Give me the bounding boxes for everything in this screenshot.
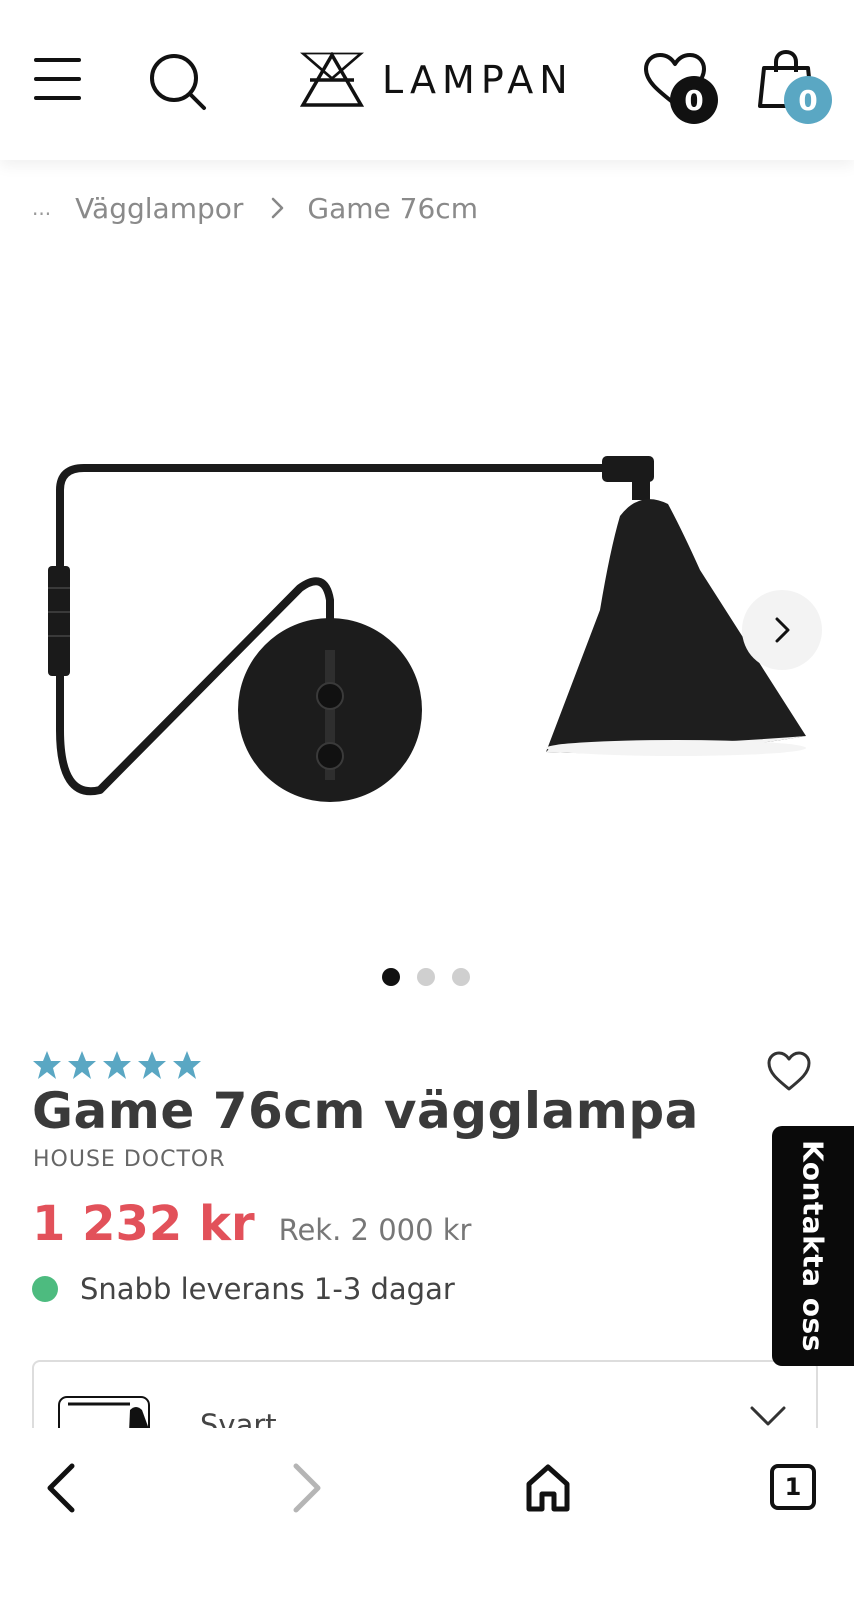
forward-arrow-icon[interactable] bbox=[284, 1460, 328, 1516]
stock-status: Snabb leverans 1-3 dagar bbox=[32, 1272, 455, 1306]
gallery-pagination bbox=[382, 968, 470, 986]
search-icon[interactable] bbox=[148, 52, 208, 112]
breadcrumb: ... Vägglampor Game 76cm bbox=[32, 188, 478, 228]
chevron-right-icon bbox=[272, 197, 284, 219]
wishlist-count-badge: 0 bbox=[670, 76, 718, 124]
logo-text: LAMPAN bbox=[382, 58, 574, 102]
product-image[interactable] bbox=[0, 420, 854, 840]
gallery-dot[interactable] bbox=[452, 968, 470, 986]
gallery-dot[interactable] bbox=[382, 968, 400, 986]
breadcrumb-ellipsis[interactable]: ... bbox=[32, 196, 51, 220]
rating-stars[interactable] bbox=[32, 1050, 202, 1080]
price-row: 1 232 kr Rek. 2 000 kr bbox=[32, 1196, 472, 1252]
product-title: Game 76cm vägglampa bbox=[32, 1082, 699, 1140]
product-price: 1 232 kr bbox=[32, 1196, 255, 1252]
star-icon bbox=[173, 1051, 201, 1079]
back-arrow-icon[interactable] bbox=[40, 1460, 84, 1516]
site-header: LAMPAN 0 0 bbox=[0, 0, 854, 160]
breadcrumb-item-vagglampor[interactable]: Vägglampor bbox=[75, 192, 243, 225]
menu-icon[interactable] bbox=[34, 58, 82, 100]
breadcrumb-item-current: Game 76cm bbox=[307, 191, 478, 225]
recommended-price: Rek. 2 000 kr bbox=[278, 1213, 472, 1247]
browser-toolbar: 1 bbox=[0, 1428, 854, 1600]
cart-button[interactable]: 0 bbox=[754, 48, 836, 128]
contact-us-tab[interactable]: Kontakta oss bbox=[772, 1126, 854, 1366]
gallery-dot[interactable] bbox=[417, 968, 435, 986]
contact-us-label: Kontakta oss bbox=[796, 1140, 830, 1352]
cart-count-badge: 0 bbox=[784, 76, 832, 124]
star-icon bbox=[138, 1051, 166, 1079]
site-logo[interactable]: LAMPAN bbox=[300, 52, 574, 108]
stock-indicator-dot bbox=[32, 1276, 58, 1302]
home-icon[interactable] bbox=[524, 1462, 572, 1514]
gallery-next-button[interactable] bbox=[742, 590, 822, 670]
logo-mark-icon bbox=[300, 52, 364, 107]
tabs-button[interactable]: 1 bbox=[770, 1464, 816, 1510]
stock-text: Snabb leverans 1-3 dagar bbox=[80, 1272, 455, 1306]
product-brand[interactable]: HOUSE DOCTOR bbox=[33, 1147, 225, 1172]
chevron-right-icon bbox=[775, 617, 790, 643]
add-to-wishlist-heart-icon[interactable] bbox=[766, 1050, 812, 1092]
star-icon bbox=[103, 1051, 131, 1079]
star-icon bbox=[33, 1051, 61, 1079]
star-icon bbox=[68, 1051, 96, 1079]
wishlist-button[interactable]: 0 bbox=[642, 48, 722, 128]
